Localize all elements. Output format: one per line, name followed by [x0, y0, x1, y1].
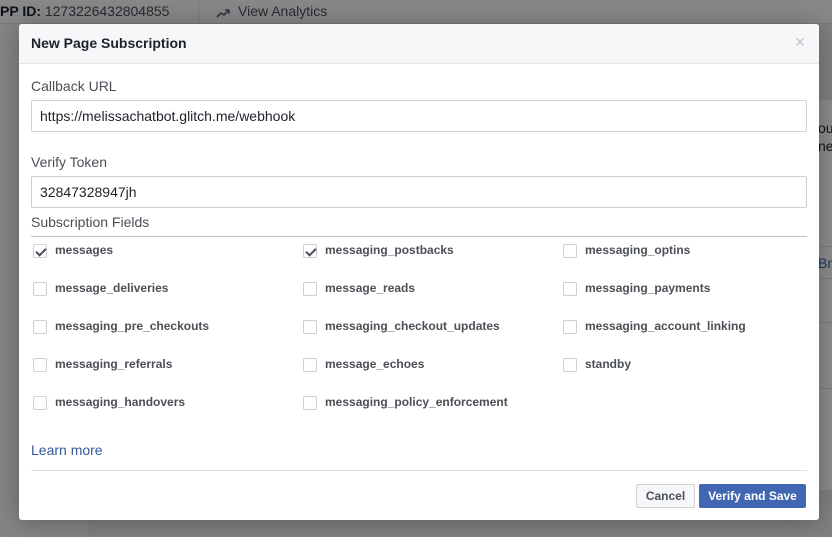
checkbox[interactable] [303, 320, 317, 334]
checkbox[interactable] [303, 282, 317, 296]
close-icon[interactable]: × [793, 33, 807, 51]
checkbox-label: messaging_postbacks [325, 243, 454, 257]
checkbox-label: messaging_handovers [55, 395, 186, 409]
dialog-header: New Page Subscription × [19, 24, 819, 64]
checkbox-label: standby [585, 357, 632, 371]
checkbox-label: messaging_referrals [55, 357, 173, 371]
footer-divider [31, 470, 807, 471]
checkbox-label: message_reads [325, 281, 416, 295]
checkbox-label: messaging_payments [585, 281, 711, 295]
learn-more-link[interactable]: Learn more [31, 442, 103, 458]
checkbox-label: messages [55, 243, 114, 257]
checkbox[interactable] [303, 244, 317, 258]
checkbox-label: message_deliveries [55, 281, 169, 295]
checkbox-label: messaging_policy_enforcement [325, 395, 508, 409]
cancel-button[interactable]: Cancel [636, 484, 695, 508]
checkbox[interactable] [33, 320, 47, 334]
checkbox-label: message_echoes [325, 357, 425, 371]
verify-token-label: Verify Token [31, 154, 108, 170]
subscription-fields-divider [31, 236, 807, 237]
callback-url-input[interactable] [31, 100, 807, 132]
checkbox[interactable] [563, 320, 577, 334]
checkbox-label: messaging_account_linking [585, 319, 746, 333]
checkbox[interactable] [33, 244, 47, 258]
checkbox[interactable] [33, 396, 47, 410]
verify-token-input[interactable] [31, 176, 807, 208]
checkbox-label: messaging_pre_checkouts [55, 319, 210, 333]
checkbox[interactable] [33, 282, 47, 296]
callback-url-label: Callback URL [31, 78, 117, 94]
dialog-title: New Page Subscription [31, 35, 187, 51]
subscription-fields-label: Subscription Fields [31, 214, 150, 230]
checkbox[interactable] [303, 358, 317, 372]
verify-and-save-button[interactable]: Verify and Save [699, 484, 806, 508]
checkbox[interactable] [33, 358, 47, 372]
checkbox[interactable] [563, 244, 577, 258]
checkbox-label: messaging_checkout_updates [325, 319, 500, 333]
checkbox[interactable] [303, 396, 317, 410]
checkbox-label: messaging_optins [585, 243, 691, 257]
new-page-subscription-dialog: New Page Subscription × Callback URL Ver… [19, 24, 819, 520]
checkbox[interactable] [563, 282, 577, 296]
checkbox[interactable] [563, 358, 577, 372]
